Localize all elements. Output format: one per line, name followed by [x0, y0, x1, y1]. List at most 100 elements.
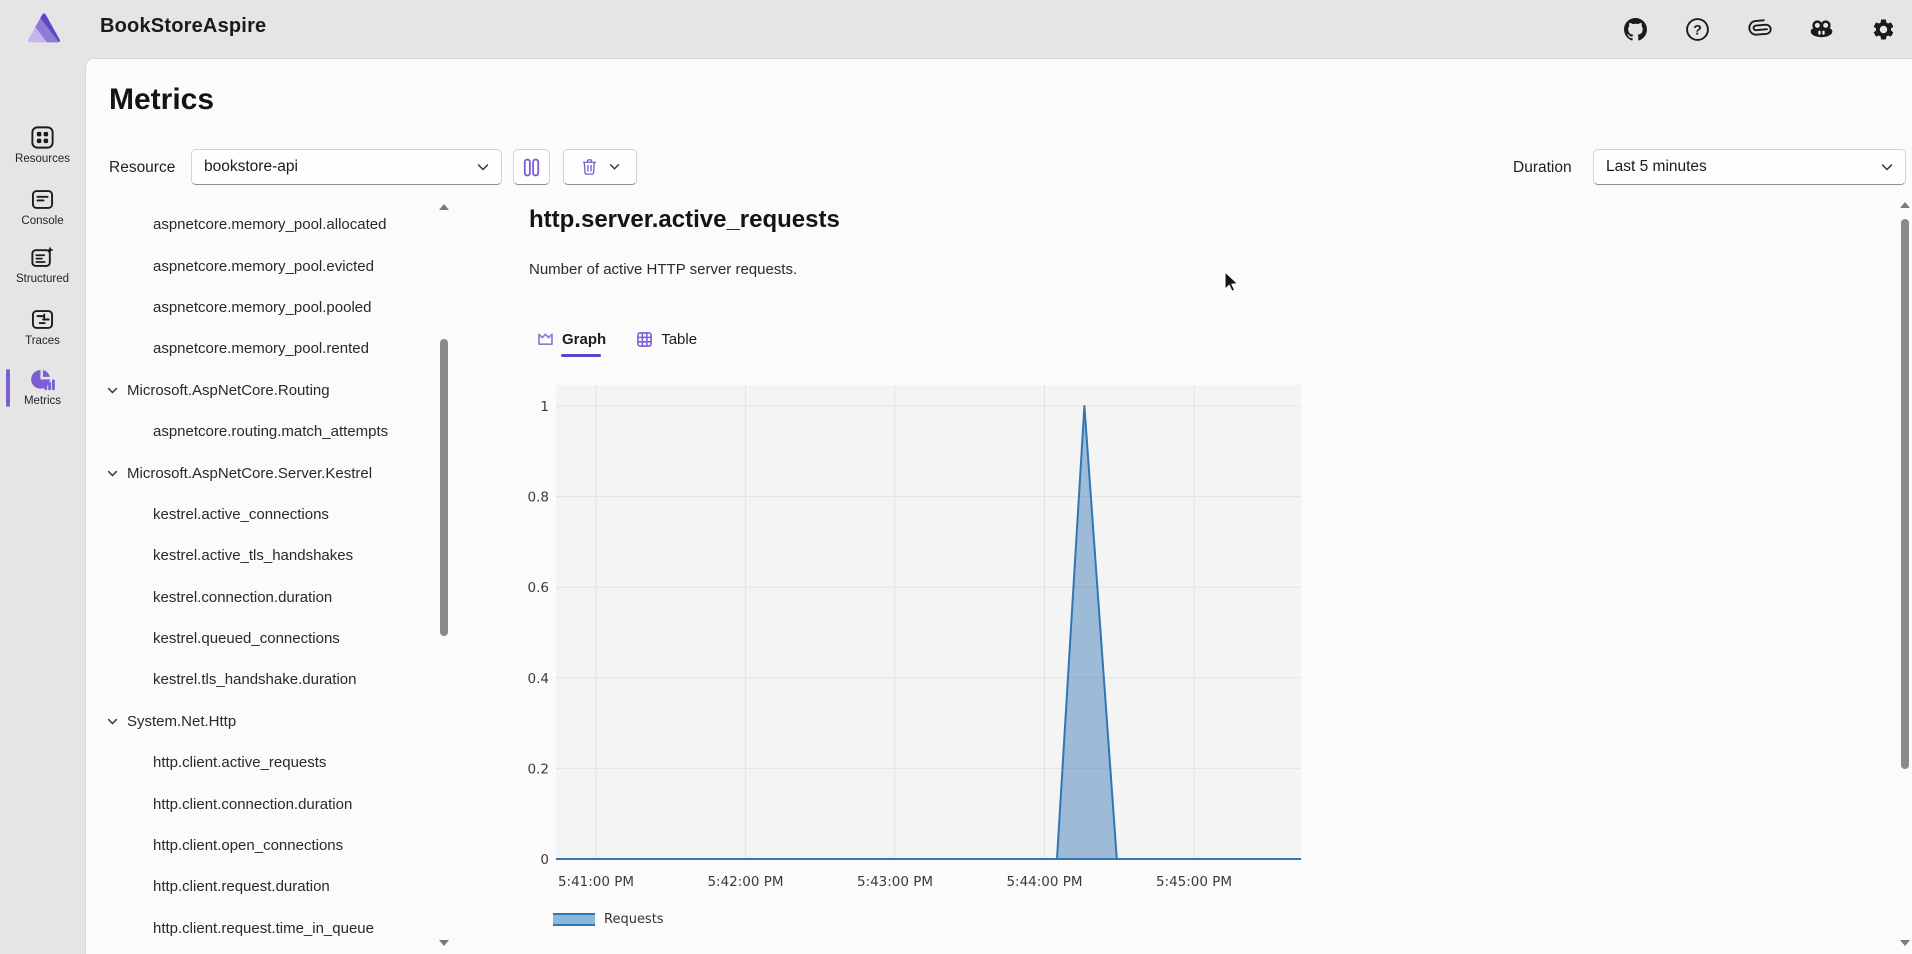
svg-text:0: 0: [540, 852, 549, 868]
attach-icon[interactable]: [1747, 17, 1772, 42]
topbar-icon-group: ?: [1623, 17, 1896, 42]
duration-select[interactable]: Last 5 minutes: [1593, 149, 1906, 185]
tree-item-label: http.client.active_requests: [153, 754, 326, 771]
tree-metric-kestrel.queued_connections[interactable]: kestrel.queued_connections: [101, 618, 441, 659]
chevron-down-icon: [106, 384, 119, 397]
trash-icon: [580, 157, 599, 177]
main-scrollbar-thumb[interactable]: [1901, 219, 1909, 769]
tree-metric-aspnetcore.memory_pool.pooled[interactable]: aspnetcore.memory_pool.pooled: [101, 287, 441, 328]
svg-text:5:44:00 PM: 5:44:00 PM: [1006, 874, 1082, 890]
tree-item-label: aspnetcore.routing.match_attempts: [153, 423, 388, 440]
tree-metric-http.client.request.time_in_queue[interactable]: http.client.request.time_in_queue: [101, 908, 441, 949]
metrics-tree: aspnetcore.memory_pool.allocated aspnetco…: [101, 204, 441, 954]
tree-item-label: http.client.request.time_in_queue: [153, 920, 374, 937]
sidebar-item-structured[interactable]: Structured: [0, 244, 85, 285]
copilot-icon[interactable]: [1809, 17, 1834, 42]
clear-metrics-split-button[interactable]: [563, 149, 637, 185]
tree-item-label: aspnetcore.memory_pool.evicted: [153, 258, 374, 275]
sidebar-item-resources[interactable]: Resources: [0, 124, 85, 165]
main-panel: Metrics Resource bookstore-api Duration …: [85, 58, 1912, 954]
tree-metric-aspnetcore.routing.match_attempts[interactable]: aspnetcore.routing.match_attempts: [101, 411, 441, 452]
svg-text:1: 1: [540, 399, 549, 415]
tree-group-Microsoft.AspNetCore.Server.Kestrel[interactable]: Microsoft.AspNetCore.Server.Kestrel: [101, 452, 441, 493]
pause-metrics-button[interactable]: [513, 149, 550, 185]
tree-item-label: kestrel.queued_connections: [153, 630, 340, 647]
tree-scrollbar[interactable]: [439, 199, 449, 954]
resources-icon: [29, 124, 56, 151]
svg-text:5:43:00 PM: 5:43:00 PM: [857, 874, 933, 890]
tree-metric-http.client.active_requests[interactable]: http.client.active_requests: [101, 742, 441, 783]
svg-text:?: ?: [1693, 21, 1702, 37]
main-scrollbar[interactable]: [1900, 197, 1910, 954]
tree-item-label: http.client.request.duration: [153, 878, 330, 895]
metric-chart-description: Number of active HTTP server requests.: [529, 261, 797, 278]
page-title: Metrics: [109, 83, 214, 117]
tree-metric-kestrel.active_connections[interactable]: kestrel.active_connections: [101, 494, 441, 535]
chevron-down-icon: [1881, 163, 1893, 172]
sidebar-item-label: Traces: [25, 335, 60, 347]
tree-metric-aspnetcore.memory_pool.rented[interactable]: aspnetcore.memory_pool.rented: [101, 328, 441, 369]
tree-metric-http.client.request.duration[interactable]: http.client.request.duration: [101, 866, 441, 907]
tree-item-label: aspnetcore.memory_pool.pooled: [153, 299, 371, 316]
svg-text:0.6: 0.6: [528, 580, 549, 596]
chart-legend: Requests: [553, 912, 664, 927]
tree-item-label: aspnetcore.memory_pool.rented: [153, 340, 369, 357]
tree-group-Microsoft.AspNetCore.Routing[interactable]: Microsoft.AspNetCore.Routing: [101, 370, 441, 411]
tree-scrollbar-thumb[interactable]: [440, 339, 448, 636]
chevron-down-icon: [106, 715, 119, 728]
sidebar-item-traces[interactable]: Traces: [0, 306, 85, 347]
main-scroll-down-icon[interactable]: [1900, 940, 1910, 946]
main-scroll-up-icon[interactable]: [1900, 202, 1910, 208]
tree-item-label: kestrel.active_connections: [153, 506, 329, 523]
tab-graph[interactable]: Graph: [537, 331, 606, 354]
tree-item-label: System.Net.Http: [127, 713, 236, 730]
sidebar-item-label: Console: [21, 215, 63, 227]
resource-label: Resource: [109, 159, 175, 177]
sidebar-item-label: Structured: [16, 273, 69, 285]
tree-item-label: kestrel.connection.duration: [153, 589, 332, 606]
svg-text:0.8: 0.8: [528, 490, 549, 506]
active-tab-underline: [561, 354, 601, 358]
tree-item-label: Microsoft.AspNetCore.Routing: [127, 382, 330, 399]
svg-text:0.4: 0.4: [528, 671, 549, 687]
tree-metric-kestrel.connection.duration[interactable]: kestrel.connection.duration: [101, 577, 441, 618]
svg-text:0.2: 0.2: [528, 761, 549, 777]
svg-text:5:41:00 PM: 5:41:00 PM: [558, 874, 634, 890]
tab-table[interactable]: Table: [636, 331, 697, 354]
tree-metric-http.client.open_connections[interactable]: http.client.open_connections: [101, 825, 441, 866]
tree-group-System.Net.Http[interactable]: System.Net.Http: [101, 701, 441, 742]
tree-scroll-down-icon[interactable]: [439, 940, 449, 946]
svg-text:5:42:00 PM: 5:42:00 PM: [707, 874, 783, 890]
tree-metric-kestrel.tls_handshake.duration[interactable]: kestrel.tls_handshake.duration: [101, 659, 441, 700]
sidebar-item-console[interactable]: Console: [0, 186, 85, 227]
sidebar-item-label: Metrics: [24, 395, 61, 407]
top-bar: BookStoreAspire ?: [0, 0, 1912, 58]
tree-metric-kestrel.active_tls_handshakes[interactable]: kestrel.active_tls_handshakes: [101, 535, 441, 576]
aspire-logo-icon: [26, 11, 62, 47]
tree-item-label: http.client.open_connections: [153, 837, 343, 854]
tree-scroll-up-icon[interactable]: [439, 204, 449, 210]
pause-icon: [522, 157, 541, 178]
resource-select[interactable]: bookstore-api: [191, 149, 502, 185]
tree-item-label: kestrel.active_tls_handshakes: [153, 547, 353, 564]
sidebar-nav: Resources Console Structured Traces Metrics: [0, 58, 85, 954]
duration-label: Duration: [1513, 159, 1572, 177]
requests-area-chart[interactable]: 0 0.2 0.4 0.6 0.8 1 5:41:00 PM 5:42:00 PM 5:43:0…: [521, 385, 1331, 915]
tree-metric-http.client.connection.duration[interactable]: http.client.connection.duration: [101, 783, 441, 824]
chevron-down-icon: [477, 163, 489, 172]
sidebar-item-metrics[interactable]: Metrics: [0, 366, 85, 407]
github-icon[interactable]: [1623, 17, 1648, 42]
help-icon[interactable]: ?: [1685, 17, 1710, 42]
tree-metric-aspnetcore.memory_pool.allocated[interactable]: aspnetcore.memory_pool.allocated: [101, 204, 441, 245]
tree-item-label: kestrel.tls_handshake.duration: [153, 671, 356, 688]
tree-metric-aspnetcore.memory_pool.evicted[interactable]: aspnetcore.memory_pool.evicted: [101, 245, 441, 286]
metrics-icon: [29, 366, 56, 393]
graph-tab-icon: [537, 331, 554, 348]
structured-icon: [29, 244, 56, 271]
tree-item-label: aspnetcore.memory_pool.allocated: [153, 216, 386, 233]
settings-icon[interactable]: [1871, 17, 1896, 42]
tab-graph-label: Graph: [562, 331, 606, 348]
chart-view-tabs: Graph Table: [537, 331, 697, 354]
duration-select-value: Last 5 minutes: [1606, 158, 1881, 176]
legend-label-requests: Requests: [604, 912, 664, 927]
